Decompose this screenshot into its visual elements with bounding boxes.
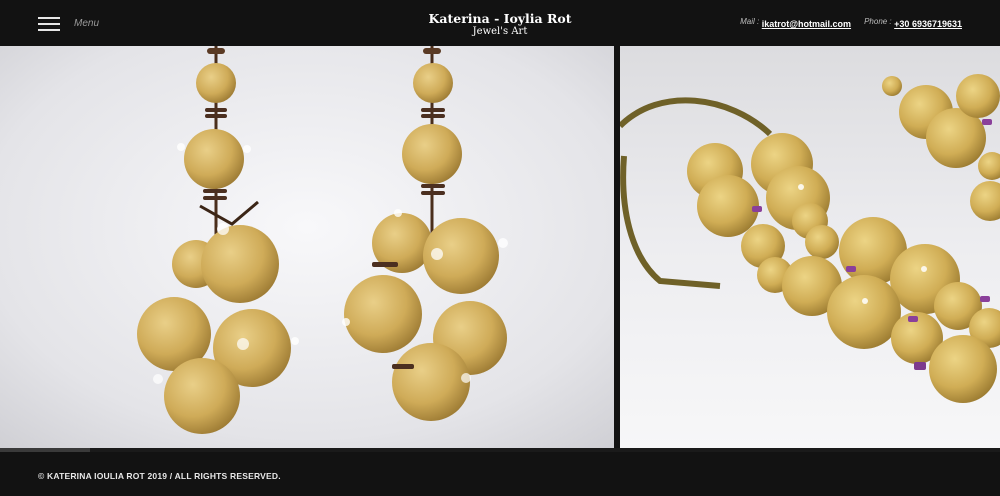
cork-earrings-photo: [0, 46, 614, 448]
site-header: Menu Katerina - Ioylia Rot Jewel's Art M…: [0, 0, 1000, 46]
gallery-image-necklace[interactable]: [620, 46, 1000, 448]
gallery-scrollbar[interactable]: [0, 448, 1000, 452]
contact-info: Mail : ikatrot@hotmail.com Phone : +30 6…: [740, 17, 962, 29]
phone-link[interactable]: +30 6936719631: [894, 19, 962, 29]
footer-copyright: © KATERINA IOULIA ROT 2019 / ALL RIGHTS …: [38, 471, 281, 481]
gallery-image-earrings[interactable]: [0, 46, 614, 448]
cork-necklace-photo: [620, 46, 1000, 448]
mail-link[interactable]: ikatrot@hotmail.com: [762, 19, 851, 29]
phone-label: Phone :: [864, 17, 892, 26]
mail-label: Mail :: [740, 17, 760, 26]
gallery-scrollbar-thumb[interactable]: [0, 448, 90, 452]
image-gallery: [0, 46, 1000, 448]
